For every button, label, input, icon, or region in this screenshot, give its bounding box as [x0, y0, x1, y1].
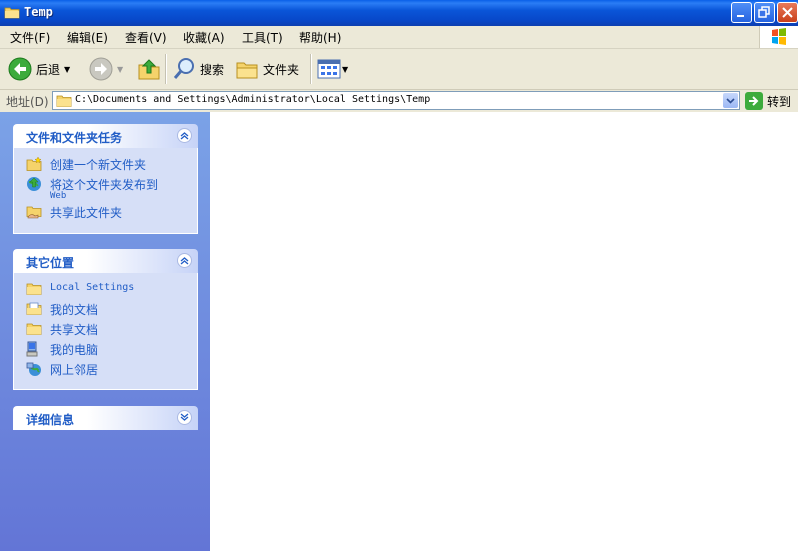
file-list-view[interactable] [210, 112, 798, 551]
back-button[interactable]: 后退 ▼ [8, 55, 70, 83]
address-path: C:\Documents and Settings\Administrator\… [75, 94, 431, 105]
menu-file[interactable]: 文件(F) [10, 29, 50, 46]
title-bar: Temp [0, 0, 798, 26]
back-arrow-icon [8, 57, 32, 81]
task-new-folder[interactable]: 创建一个新文件夹 [14, 154, 197, 174]
network-places-icon [26, 362, 41, 376]
views-dropdown-icon[interactable]: ▼ [342, 65, 348, 74]
publish-web-icon [27, 177, 41, 191]
menu-help[interactable]: 帮助(H) [299, 29, 341, 46]
views-icon [317, 59, 341, 79]
menu-view[interactable]: 查看(V) [125, 29, 167, 46]
folder-icon [4, 7, 20, 19]
toolbar-separator [165, 54, 167, 84]
panel-header[interactable]: 文件和文件夹任务 [13, 124, 198, 148]
place-shared-documents[interactable]: 共享文档 [14, 319, 197, 339]
menu-edit[interactable]: 编辑(E) [67, 29, 108, 46]
forward-button[interactable]: ▼ [89, 55, 123, 83]
up-folder-button[interactable] [137, 55, 161, 83]
other-places-panel: 其它位置 Local Settings 我的文档 共享文档 我的电脑 网上邻居 [13, 249, 198, 390]
address-dropdown-button[interactable] [723, 93, 738, 108]
standard-toolbar: 后退 ▼ ▼ 搜索 文件夹 ▼ [0, 49, 798, 90]
back-dropdown-icon[interactable]: ▼ [64, 65, 70, 74]
collapse-icon[interactable] [177, 253, 192, 268]
panel-title: 详细信息 [26, 413, 75, 427]
window-title: Temp [24, 5, 53, 19]
search-label: 搜索 [200, 62, 225, 77]
address-label: 地址(D) [6, 95, 49, 109]
place-my-computer[interactable]: 我的电脑 [14, 339, 197, 359]
search-icon [173, 58, 194, 79]
go-button[interactable]: 转到 [745, 92, 791, 110]
maximize-button[interactable] [754, 2, 775, 23]
menu-tools[interactable]: 工具(T) [242, 29, 283, 46]
go-arrow-icon [745, 92, 763, 110]
place-network[interactable]: 网上邻居 [14, 359, 197, 379]
task-share-folder[interactable]: 共享此文件夹 [14, 202, 197, 222]
close-button[interactable] [777, 2, 798, 23]
folders-label: 文件夹 [263, 62, 300, 77]
toolbar-separator [310, 54, 312, 84]
folders-button[interactable]: 文件夹 [235, 55, 299, 83]
task-publish-web[interactable]: 将这个文件夹发布到 Web [14, 174, 197, 202]
up-folder-icon [138, 59, 160, 80]
address-input[interactable]: C:\Documents and Settings\Administrator\… [52, 91, 740, 110]
panel-header[interactable]: 其它位置 [13, 249, 198, 273]
views-button[interactable]: ▼ [317, 55, 348, 83]
folder-icon [56, 95, 72, 107]
share-folder-icon [26, 206, 42, 219]
place-local-settings[interactable]: Local Settings [14, 279, 197, 299]
windows-logo-icon [759, 26, 798, 48]
my-documents-icon [26, 302, 42, 315]
panel-header[interactable]: 详细信息 [13, 406, 198, 430]
task-pane: 文件和文件夹任务 创建一个新文件夹 将这个文件夹发布到 Web 共享此文件夹 其… [0, 112, 210, 551]
collapse-icon[interactable] [177, 128, 192, 143]
minimize-button[interactable] [731, 2, 752, 23]
address-bar: 地址(D) C:\Documents and Settings\Administ… [0, 90, 798, 112]
shared-documents-icon [26, 323, 42, 335]
folder-icon [26, 283, 42, 295]
back-label: 后退 [36, 62, 61, 77]
menu-favorites[interactable]: 收藏(A) [183, 29, 225, 46]
search-button[interactable]: 搜索 [172, 55, 224, 83]
forward-dropdown-icon[interactable]: ▼ [117, 65, 123, 74]
menu-bar: 文件(F) 编辑(E) 查看(V) 收藏(A) 工具(T) 帮助(H) [0, 26, 798, 49]
details-panel: 详细信息 [13, 406, 198, 430]
forward-arrow-icon [89, 57, 113, 81]
folders-icon [236, 62, 258, 79]
my-computer-icon [26, 341, 38, 357]
place-my-documents[interactable]: 我的文档 [14, 299, 197, 319]
file-folder-tasks-panel: 文件和文件夹任务 创建一个新文件夹 将这个文件夹发布到 Web 共享此文件夹 [13, 124, 198, 234]
panel-title: 文件和文件夹任务 [26, 131, 123, 145]
panel-title: 其它位置 [26, 256, 75, 270]
chevron-down-icon [726, 98, 735, 104]
new-folder-icon [26, 156, 42, 171]
go-label: 转到 [767, 94, 792, 109]
expand-icon[interactable] [177, 410, 192, 425]
